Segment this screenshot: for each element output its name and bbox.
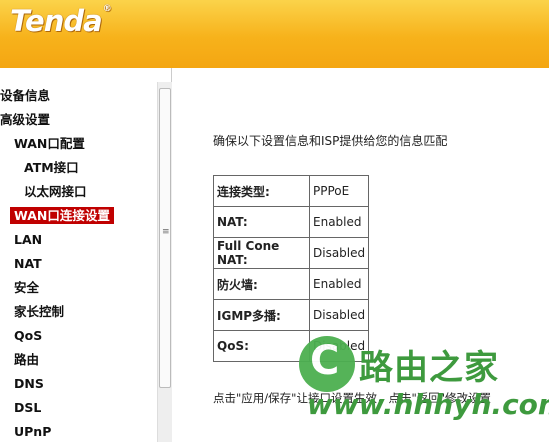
table-row: 防火墙: Enabled <box>213 268 370 300</box>
table-row: QoS: Disabled <box>213 330 370 362</box>
grip-icon: ≡ <box>162 227 170 237</box>
sidebar-item-dns[interactable]: DNS <box>0 372 158 396</box>
table-row: 连接类型: PPPoE <box>213 175 370 207</box>
sidebar-item-ethernet[interactable]: 以太网接口 <box>0 180 158 204</box>
sidebar-item-dsl[interactable]: DSL <box>0 396 158 420</box>
header-banner: Tenda® <box>0 0 549 68</box>
scrollbar-thumb[interactable]: ≡ <box>159 88 171 388</box>
sidebar: 设备信息 高级设置 WAN口配置 ATM接口 以太网接口 WAN口连接设置 LA… <box>0 68 172 442</box>
sidebar-item-device-info[interactable]: 设备信息 <box>0 84 158 108</box>
sidebar-item-security[interactable]: 安全 <box>0 276 158 300</box>
sidebar-item-upnp[interactable]: UPnP <box>0 420 158 444</box>
table-row: Full Cone NAT: Disabled <box>213 237 370 269</box>
tenda-logo: Tenda® <box>10 4 112 38</box>
summary-table: 连接类型: PPPoE NAT: Enabled Full Cone NAT: Dis… <box>213 175 370 362</box>
sidebar-item-parental[interactable]: 家长控制 <box>0 300 158 324</box>
sidebar-item-atm[interactable]: ATM接口 <box>0 156 158 180</box>
intro-text: 确保以下设置信息和ISP提供给您的信息匹配 <box>213 134 448 148</box>
table-row: NAT: Enabled <box>213 206 370 238</box>
sidebar-item-advanced[interactable]: 高级设置 <box>0 108 158 132</box>
sidebar-item-wan-config[interactable]: WAN口配置 <box>0 132 158 156</box>
main-content: 确保以下设置信息和ISP提供给您的信息匹配 连接类型: PPPoE NAT: Ena… <box>173 68 549 442</box>
sidebar-menu: 设备信息 高级设置 WAN口配置 ATM接口 以太网接口 WAN口连接设置 LA… <box>0 84 158 444</box>
sidebar-item-wan-connection[interactable]: WAN口连接设置 <box>0 204 158 228</box>
sidebar-item-routing[interactable]: 路由 <box>0 348 158 372</box>
footer-instruction: 点击"应用/保存"让接口设置生效，点击"返回"修改设置 <box>213 391 492 405</box>
table-row: IGMP多播: Disabled <box>213 299 370 331</box>
sidebar-scrollbar[interactable]: ≡ <box>157 82 172 442</box>
sidebar-item-lan[interactable]: LAN <box>0 228 158 252</box>
sidebar-item-qos[interactable]: QoS <box>0 324 158 348</box>
sidebar-item-nat[interactable]: NAT <box>0 252 158 276</box>
